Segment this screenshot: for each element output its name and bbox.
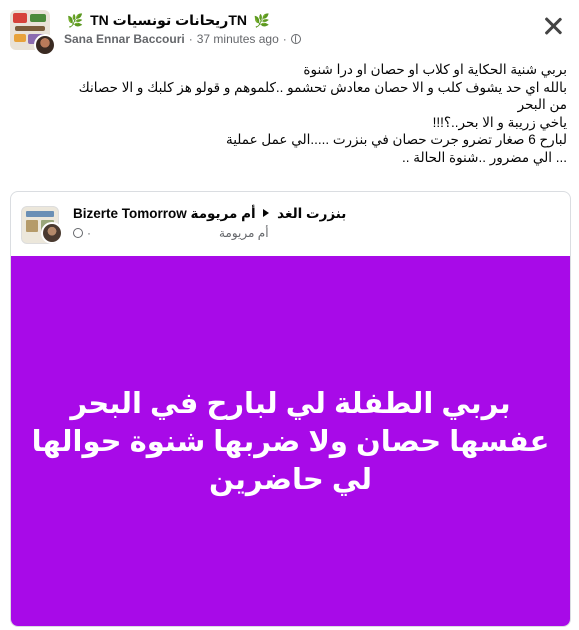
meta-separator: · bbox=[87, 226, 91, 240]
group-name[interactable]: 🌿 TN ريحانات تونسياتTN 🌿 bbox=[64, 12, 273, 29]
shared-post-title: Bizerte Tomorrow بنزرت الغد أم مريومة bbox=[73, 206, 346, 222]
post-text-line: لبارح 6 صغار تضرو جرت حصان في بنزرت ....… bbox=[225, 132, 567, 147]
post-meta: Sana Ennar Baccouri · 37 minutes ago · bbox=[64, 32, 301, 46]
leaf-icon: 🌿 bbox=[253, 13, 271, 28]
group-name-text: ريحانات تونسياتTN bbox=[112, 12, 248, 28]
leaf-icon: 🌿 bbox=[67, 13, 84, 28]
close-icon[interactable] bbox=[541, 14, 565, 38]
author-name[interactable]: Sana Ennar Baccouri bbox=[64, 32, 185, 46]
meta-separator: · bbox=[188, 32, 193, 46]
audience-globe-icon bbox=[73, 228, 83, 238]
audience-globe-icon[interactable] bbox=[290, 34, 301, 44]
meta-separator: · bbox=[282, 32, 287, 46]
shared-post-meta: · أم مريومة bbox=[73, 226, 269, 240]
post-text-line: بربي شنية الحكاية او كلاب او حصان او درا… bbox=[303, 62, 567, 77]
shared-headline: بربي الطفلة لي لبارح في البحر عفسها حصان… bbox=[31, 388, 550, 496]
post-card: 🌿 TN ريحانات تونسياتTN 🌿 Sana Ennar Bacc… bbox=[0, 0, 579, 630]
post-time[interactable]: 37 minutes ago bbox=[197, 32, 279, 46]
group-name-prefix: TN bbox=[90, 12, 109, 28]
post-text-line: ياخي زريبة و الا بحر..؟!!! bbox=[432, 114, 567, 130]
shared-post-header: Bizerte Tomorrow بنزرت الغد أم مريومة · … bbox=[11, 192, 570, 254]
shared-author-avatar[interactable] bbox=[41, 222, 63, 244]
post-header: 🌿 TN ريحانات تونسياتTN 🌿 Sana Ennar Bacc… bbox=[10, 8, 570, 56]
triangle-right-icon bbox=[263, 209, 270, 217]
shared-page-name[interactable]: أم مريومة bbox=[191, 206, 256, 221]
author-avatar[interactable] bbox=[34, 34, 56, 56]
shared-post[interactable]: Bizerte Tomorrow بنزرت الغد أم مريومة · … bbox=[10, 191, 571, 627]
post-text-line: بالله اي حد يشوف كلب و الا حصان معادش تح… bbox=[78, 79, 567, 95]
shared-text-background: بربي الطفلة لي لبارح في البحر عفسها حصان… bbox=[11, 256, 570, 626]
post-text-line: من البحر bbox=[517, 97, 567, 112]
post-text-line: ... الي مضرور ..شنوة الحالة .. bbox=[401, 149, 567, 165]
post-text: بربي شنية الحكاية او كلاب او حصان او درا… bbox=[12, 61, 567, 166]
shared-author[interactable]: أم مريومة bbox=[219, 226, 269, 240]
